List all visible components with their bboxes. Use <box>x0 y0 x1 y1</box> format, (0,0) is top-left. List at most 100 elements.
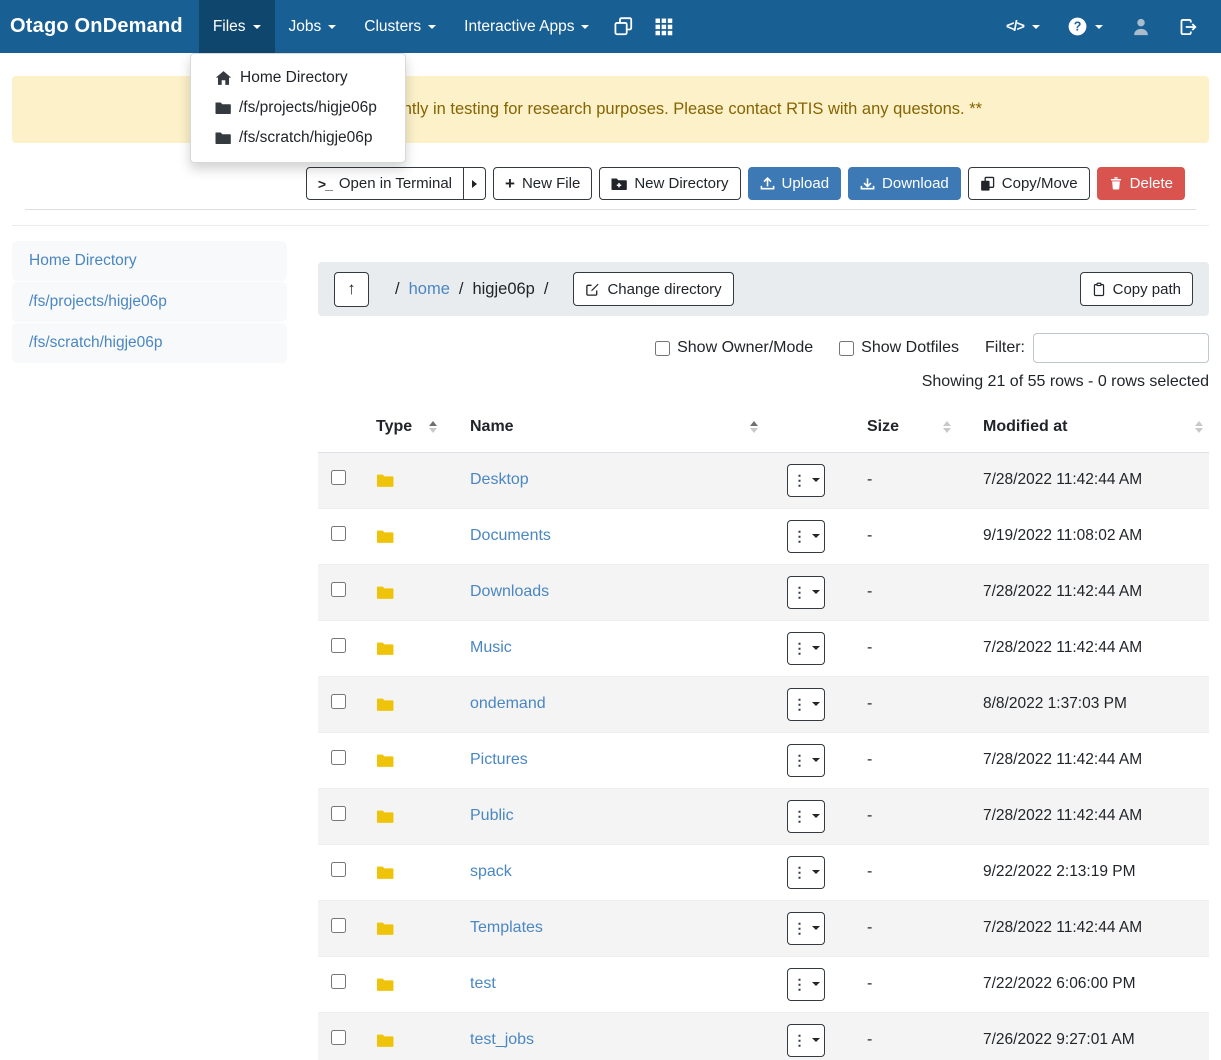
dropdown-item-fs-projects[interactable]: /fs/projects/higje06p <box>191 93 405 123</box>
folder-icon <box>376 977 455 992</box>
help-menu[interactable]: ? <box>1054 0 1117 53</box>
logout-button[interactable] <box>1165 0 1211 53</box>
nav-menu-interactive-apps[interactable]: Interactive Apps <box>450 0 603 53</box>
open-in-terminal-button[interactable]: >_ Open in Terminal <box>306 167 464 200</box>
table-row: Music ⋮ - 7/28/2022 11:42:44 AM <box>318 620 1209 676</box>
file-name-link[interactable]: test <box>470 975 496 992</box>
column-header-size[interactable]: Size <box>850 403 965 452</box>
all-apps-grid-button[interactable] <box>644 0 684 53</box>
copy-move-button[interactable]: Copy/Move <box>968 167 1090 200</box>
download-button[interactable]: Download <box>848 167 961 200</box>
sidebar-item-fs-projects[interactable]: /fs/projects/higje06p <box>12 282 287 322</box>
file-name-link[interactable]: Documents <box>470 527 551 544</box>
folder-icon <box>376 865 455 880</box>
dropdown-item-fs-scratch[interactable]: /fs/scratch/higje06p <box>191 123 405 153</box>
row-checkbox[interactable] <box>331 694 346 709</box>
sort-icon[interactable] <box>943 421 951 433</box>
row-actions-button[interactable]: ⋮ <box>787 688 825 721</box>
nav-menu-clusters[interactable]: Clusters <box>350 0 450 53</box>
row-actions-button[interactable]: ⋮ <box>787 576 825 609</box>
row-checkbox[interactable] <box>331 526 346 541</box>
file-size: - <box>850 508 965 564</box>
row-actions-button[interactable]: ⋮ <box>787 1024 825 1057</box>
nav-menu-files[interactable]: Files <box>199 0 275 53</box>
row-actions-button[interactable]: ⋮ <box>787 632 825 665</box>
row-checkbox[interactable] <box>331 750 346 765</box>
show-owner-mode-toggle[interactable]: Show Owner/Mode <box>655 339 813 357</box>
nav-menu-jobs[interactable]: Jobs <box>275 0 351 53</box>
row-actions-button[interactable]: ⋮ <box>787 464 825 497</box>
file-name-link[interactable]: Pictures <box>470 751 528 768</box>
column-header-name[interactable]: Name <box>455 403 770 452</box>
download-icon <box>860 176 875 191</box>
file-name-link[interactable]: spack <box>470 863 512 880</box>
chevron-right-icon <box>472 180 477 188</box>
upload-icon <box>760 176 775 191</box>
top-navbar: Otago OnDemand Files Jobs Clusters Inter… <box>0 0 1221 53</box>
row-checkbox[interactable] <box>331 974 346 989</box>
chevron-down-icon <box>328 25 336 29</box>
open-in-terminal-caret-button[interactable] <box>464 167 486 200</box>
file-name-link[interactable]: Downloads <box>470 583 549 600</box>
file-size: - <box>850 956 965 1012</box>
user-icon <box>1131 17 1151 37</box>
folder-plus-icon <box>611 177 627 191</box>
table-row: Desktop ⋮ - 7/28/2022 11:42:44 AM <box>318 452 1209 508</box>
kebab-icon: ⋮ <box>793 529 807 543</box>
row-actions-button[interactable]: ⋮ <box>787 856 825 889</box>
dropdown-item-label: /fs/scratch/higje06p <box>239 129 373 147</box>
dropdown-item-label: Home Directory <box>240 69 348 87</box>
row-checkbox[interactable] <box>331 862 346 877</box>
row-checkbox[interactable] <box>331 806 346 821</box>
nav-menu-interactive-apps-label: Interactive Apps <box>464 18 574 36</box>
file-name-link[interactable]: Public <box>470 807 514 824</box>
row-actions-button[interactable]: ⋮ <box>787 912 825 945</box>
row-checkbox[interactable] <box>331 470 346 485</box>
row-checkbox[interactable] <box>331 1030 346 1045</box>
column-header-size-label: Size <box>867 418 899 435</box>
open-files-app-button[interactable] <box>603 0 644 53</box>
delete-button[interactable]: Delete <box>1097 167 1185 200</box>
kebab-icon: ⋮ <box>793 977 807 991</box>
file-name-link[interactable]: ondemand <box>470 695 546 712</box>
upload-button[interactable]: Upload <box>748 167 842 200</box>
file-modified: 7/22/2022 6:06:00 PM <box>965 956 1209 1012</box>
file-name-link[interactable]: Templates <box>470 919 543 936</box>
table-row: spack ⋮ - 9/22/2022 2:13:19 PM <box>318 844 1209 900</box>
show-dotfiles-toggle[interactable]: Show Dotfiles <box>839 339 959 357</box>
column-header-type[interactable]: Type <box>368 403 455 452</box>
sort-icon[interactable] <box>1195 421 1203 433</box>
show-dotfiles-checkbox[interactable] <box>839 341 854 356</box>
show-owner-mode-checkbox[interactable] <box>655 341 670 356</box>
row-actions-button[interactable]: ⋮ <box>787 520 825 553</box>
breadcrumb-separator: / <box>395 280 400 299</box>
up-directory-button[interactable]: ↑ <box>334 272 369 307</box>
change-directory-button[interactable]: Change directory <box>573 272 733 306</box>
file-name-link[interactable]: Desktop <box>470 471 529 488</box>
sort-icon[interactable] <box>750 421 758 433</box>
file-name-link[interactable]: Music <box>470 639 512 656</box>
new-file-button[interactable]: + New File <box>493 167 592 200</box>
row-checkbox[interactable] <box>331 918 346 933</box>
new-directory-button[interactable]: New Directory <box>599 167 740 200</box>
breadcrumb-home-link[interactable]: home <box>409 280 450 299</box>
sort-icon[interactable] <box>429 421 437 433</box>
dropdown-item-home-directory[interactable]: Home Directory <box>191 63 405 93</box>
row-checkbox[interactable] <box>331 582 346 597</box>
table-row: test_jobs ⋮ - 7/26/2022 9:27:01 AM <box>318 1012 1209 1060</box>
file-name-link[interactable]: test_jobs <box>470 1031 534 1048</box>
filter-input[interactable] <box>1033 333 1209 363</box>
row-actions-button[interactable]: ⋮ <box>787 800 825 833</box>
row-actions-button[interactable]: ⋮ <box>787 968 825 1001</box>
copy-path-button[interactable]: Copy path <box>1080 272 1193 306</box>
folder-icon <box>376 921 455 936</box>
column-header-modified[interactable]: Modified at <box>965 403 1209 452</box>
row-checkbox[interactable] <box>331 638 346 653</box>
kebab-icon: ⋮ <box>793 585 807 599</box>
change-directory-label: Change directory <box>607 281 721 298</box>
develop-menu[interactable]: </> <box>992 0 1054 53</box>
row-actions-button[interactable]: ⋮ <box>787 744 825 777</box>
sidebar-item-fs-scratch[interactable]: /fs/scratch/higje06p <box>12 323 287 363</box>
sidebar-item-home-directory[interactable]: Home Directory <box>12 241 287 281</box>
user-button[interactable] <box>1117 0 1165 53</box>
